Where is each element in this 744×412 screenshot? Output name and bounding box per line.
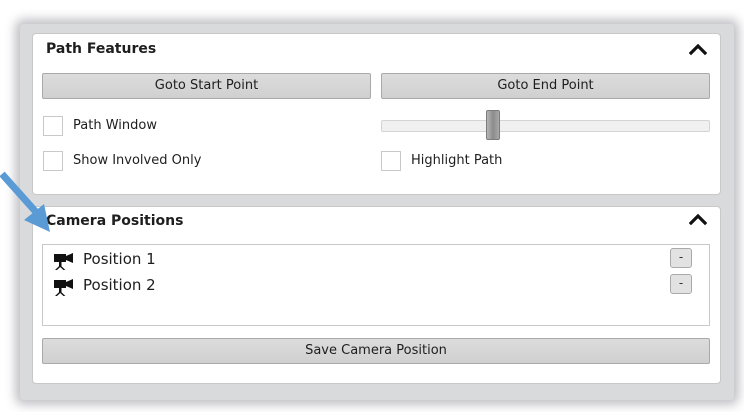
video-camera-icon xyxy=(54,279,73,296)
chevron-up-icon[interactable] xyxy=(689,42,707,56)
show-involved-only-label: Show Involved Only xyxy=(73,153,202,168)
annotation-arrow-icon xyxy=(0,171,50,232)
list-item[interactable]: Position 1 xyxy=(53,249,693,271)
goto-end-point-button[interactable]: Goto End Point xyxy=(381,73,710,99)
path-slider-thumb[interactable] xyxy=(486,110,500,140)
highlight-path-checkbox[interactable] xyxy=(381,151,401,171)
position-label: Position 2 xyxy=(83,276,156,294)
camera-positions-list: Position 1 Position 2 xyxy=(42,244,710,326)
path-window-checkbox[interactable] xyxy=(43,116,63,136)
show-involved-only-checkbox[interactable] xyxy=(43,151,63,171)
save-camera-position-button[interactable]: Save Camera Position xyxy=(42,338,710,364)
goto-start-point-button[interactable]: Goto Start Point xyxy=(42,73,371,99)
path-features-title: Path Features xyxy=(46,41,157,57)
highlight-path-label: Highlight Path xyxy=(411,153,503,168)
path-window-label: Path Window xyxy=(73,118,157,133)
camera-positions-title: Camera Positions xyxy=(46,213,184,229)
chevron-up-icon[interactable] xyxy=(689,212,707,226)
video-camera-icon xyxy=(54,253,73,270)
path-features-section xyxy=(32,33,721,195)
position-label: Position 1 xyxy=(83,250,156,268)
remove-position-1-button[interactable]: - xyxy=(670,248,692,268)
screenshot-stage: Path Features Goto Start Point Goto End … xyxy=(0,0,744,412)
remove-position-2-button[interactable]: - xyxy=(670,274,692,294)
list-item[interactable]: Position 2 xyxy=(53,275,693,297)
path-slider-track[interactable] xyxy=(381,120,710,132)
